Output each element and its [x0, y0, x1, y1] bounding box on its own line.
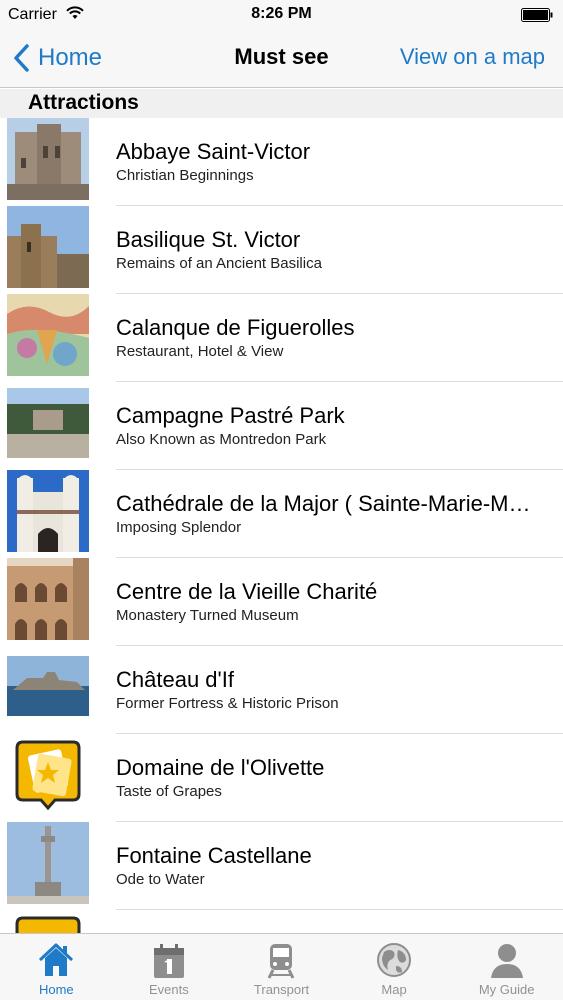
item-subtitle: Christian Beginnings: [116, 167, 254, 184]
status-time: 8:26 PM: [251, 5, 312, 22]
item-subtitle: Ode to Water: [116, 871, 205, 888]
globe-icon: [377, 943, 412, 977]
item-title: Campagne Pastré Park: [116, 403, 345, 428]
cathedral-thumbnail: [7, 470, 89, 552]
item-subtitle: Also Known as Montredon Park: [116, 431, 327, 448]
vieille-charite-thumbnail: [7, 558, 89, 640]
item-subtitle: Restaurant, Hotel & View: [116, 343, 284, 360]
person-icon: [490, 944, 523, 978]
chateau-if-thumbnail: [7, 646, 89, 728]
list-item[interactable]: Cathédrale de la Major ( Sainte-Marie-Ma…: [0, 470, 563, 558]
section-title: Attractions: [28, 91, 139, 114]
placeholder-ticket-icon: [7, 734, 89, 816]
list-item[interactable]: Calanque de Figuerolles Restaurant, Hote…: [0, 294, 563, 382]
item-title: Fontaine Castellane: [116, 843, 312, 868]
view-on-map-button[interactable]: View on a map: [400, 44, 545, 70]
battery-icon: [521, 8, 553, 22]
section-header: Attractions: [0, 89, 563, 118]
item-title: Cathédrale de la Major ( Sainte-Marie-Ma…: [116, 491, 535, 516]
tab-events[interactable]: Events: [113, 934, 226, 1000]
park-thumbnail: [7, 382, 89, 464]
train-icon: [268, 944, 295, 979]
item-title: Abbaye Saint-Victor: [116, 139, 311, 164]
list-item[interactable]: Basilique St. Victor Remains of an Ancie…: [0, 206, 563, 294]
calanque-thumbnail: [7, 294, 89, 376]
tab-label: Map: [381, 982, 407, 997]
item-subtitle: Remains of an Ancient Basilica: [116, 255, 322, 272]
placeholder-ticket-icon: [7, 910, 89, 933]
status-bar: Carrier 8:26 PM: [0, 0, 563, 30]
list-item[interactable]: Château d'If Former Fortress & Historic …: [0, 646, 563, 734]
tab-map[interactable]: Map: [338, 934, 451, 1000]
tab-home[interactable]: Home: [0, 934, 113, 1000]
item-subtitle: Monastery Turned Museum: [116, 607, 299, 624]
tab-label: My Guide: [478, 982, 535, 997]
item-title: Domaine de l'Olivette: [116, 755, 325, 780]
basilica-thumbnail: [7, 206, 89, 288]
fountain-thumbnail: [7, 822, 89, 904]
tab-label: Events: [149, 982, 189, 997]
tab-bar: Home Events Transport Map My Guide: [0, 933, 563, 1000]
attractions-list[interactable]: Abbaye Saint-Victor Christian Beginnings…: [0, 118, 563, 933]
list-item[interactable]: Centre de la Vieille Charité Monastery T…: [0, 558, 563, 646]
list-item[interactable]: Fontaine Castellane Ode to Water: [0, 822, 563, 910]
list-item[interactable]: Abbaye Saint-Victor Christian Beginnings: [0, 118, 563, 206]
item-subtitle: Imposing Splendor: [116, 519, 242, 536]
list-item[interactable]: Domaine de l'Olivette Taste of Grapes: [0, 734, 563, 822]
back-button[interactable]: Home: [12, 40, 102, 76]
navigation-bar: Home Must see View on a map: [0, 30, 563, 88]
list-item[interactable]: Campagne Pastré Park Also Known as Montr…: [0, 382, 563, 470]
abbey-thumbnail: [7, 118, 89, 200]
item-title: Basilique St. Victor: [116, 227, 301, 252]
tab-label: Transport: [253, 982, 310, 997]
calendar-icon: [153, 944, 184, 978]
tab-my-guide[interactable]: My Guide: [450, 934, 563, 1000]
list-item[interactable]: [0, 910, 563, 933]
tab-transport[interactable]: Transport: [225, 934, 338, 1000]
item-subtitle: Former Fortress & Historic Prison: [116, 695, 339, 712]
house-icon: [39, 943, 74, 976]
item-title: Château d'If: [116, 667, 234, 692]
tab-label: Home: [38, 982, 74, 997]
item-subtitle: Taste of Grapes: [116, 783, 222, 800]
chevron-left-icon: [14, 44, 29, 72]
item-title: Centre de la Vieille Charité: [116, 579, 378, 604]
item-title: Calanque de Figuerolles: [116, 315, 355, 340]
back-button-label: Home: [38, 44, 103, 71]
